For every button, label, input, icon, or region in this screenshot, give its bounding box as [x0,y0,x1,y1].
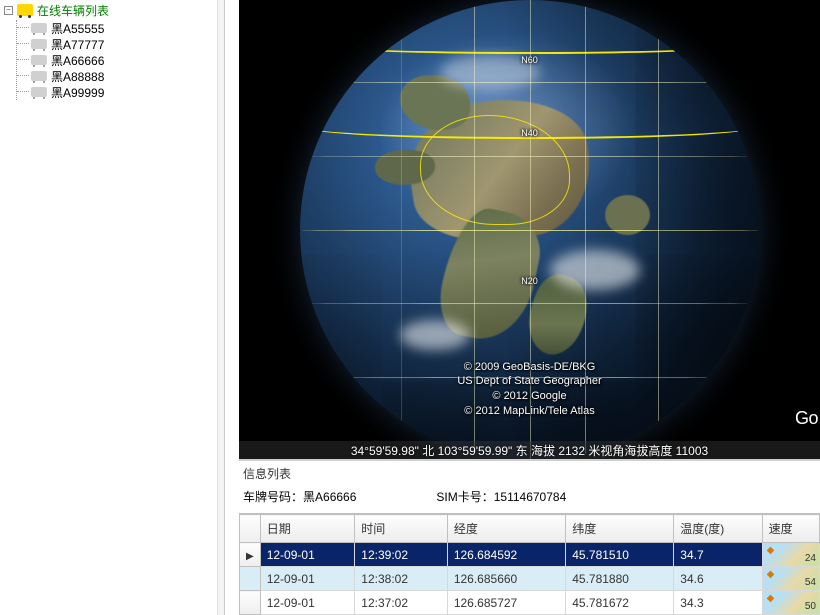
earth-viewport[interactable]: N60 N40 N20 © 2009 GeoBasis-DE/BKG US De… [239,0,820,459]
cell-lon: 126.685727 [447,591,565,615]
cell-date: 12-09-01 [260,567,355,591]
landmass-japan [605,195,650,235]
sim-field: SIM卡号：15114670784 [436,488,566,505]
car-icon [31,71,47,81]
info-title: 信息列表 [239,461,820,488]
cell-speed: 54 [762,567,819,591]
table-row[interactable]: 12-09-01 12:38:02 126.685660 45.781880 3… [240,567,820,591]
vehicle-sidebar: − 在线车辆列表 黑A55555 黑A77777 黑A66666 黑A88888… [0,0,225,615]
vehicle-item[interactable]: 黑A66666 [17,52,224,68]
cell-date: 12-09-01 [260,591,355,615]
map-thumb-icon: 50 [763,591,819,614]
cell-temp: 34.7 [674,543,762,567]
table-row[interactable]: ▶ 12-09-01 12:39:02 126.684592 45.781510… [240,543,820,567]
taxi-icon [17,4,33,16]
col-speed[interactable]: 速度 [762,515,819,543]
vehicle-item[interactable]: 黑A77777 [17,36,224,52]
car-icon [31,23,47,33]
car-icon [31,39,47,49]
vehicle-item[interactable]: 黑A88888 [17,68,224,84]
info-meta-row: 车牌号码：黑A66666 SIM卡号：15114670784 [239,488,820,513]
info-panel: 信息列表 车牌号码：黑A66666 SIM卡号：15114670784 日期 时… [239,459,820,615]
tree-root-row[interactable]: − 在线车辆列表 [4,2,224,18]
col-date[interactable]: 日期 [260,515,355,543]
data-table: 日期 时间 经度 纬度 温度(度) 速度 ▶ 12-09-01 12:39:02… [239,514,820,615]
tree-children: 黑A55555 黑A77777 黑A66666 黑A88888 黑A99999 [16,20,224,100]
cell-time: 12:37:02 [355,591,448,615]
vehicle-plate: 黑A77777 [51,36,104,53]
row-marker: ▶ [240,543,261,567]
main-panel: N60 N40 N20 © 2009 GeoBasis-DE/BKG US De… [225,0,820,615]
cell-lat: 45.781510 [566,543,674,567]
row-marker [240,567,261,591]
tree-collapse-icon[interactable]: − [4,6,13,15]
vehicle-item[interactable]: 黑A55555 [17,20,224,36]
row-marker [240,591,261,615]
cell-time: 12:39:02 [355,543,448,567]
cell-time: 12:38:02 [355,567,448,591]
vehicle-plate: 黑A55555 [51,20,104,37]
vehicle-plate: 黑A88888 [51,68,104,85]
cell-temp: 34.6 [674,567,762,591]
cell-speed: 24 [762,543,819,567]
col-lat[interactable]: 纬度 [566,515,674,543]
row-marker-header [240,515,261,543]
cell-lat: 45.781672 [566,591,674,615]
data-table-wrap: 日期 时间 经度 纬度 温度(度) 速度 ▶ 12-09-01 12:39:02… [239,513,820,615]
cell-speed: 50 [762,591,819,615]
cell-lat: 45.781880 [566,567,674,591]
google-logo-partial: Go [795,408,818,429]
col-lon[interactable]: 经度 [447,515,565,543]
table-row[interactable]: 12-09-01 12:37:02 126.685727 45.781672 3… [240,591,820,615]
cell-lon: 126.684592 [447,543,565,567]
car-icon [31,87,47,97]
map-status-bar: 34°59'59.98" 北 103°59'59.99" 东 海拔 2132 米… [239,441,820,459]
plate-field: 车牌号码：黑A66666 [243,488,356,505]
cell-date: 12-09-01 [260,543,355,567]
col-time[interactable]: 时间 [355,515,448,543]
table-header-row: 日期 时间 经度 纬度 温度(度) 速度 [240,515,820,543]
longitude-line [658,0,659,459]
map-thumb-icon: 54 [763,567,819,590]
vehicle-plate: 黑A99999 [51,84,104,101]
cell-temp: 34.3 [674,591,762,615]
tree-root-label: 在线车辆列表 [37,2,109,19]
col-temp[interactable]: 温度(度) [674,515,762,543]
landmass-europe [400,75,470,130]
car-icon [31,55,47,65]
cell-lon: 126.685660 [447,567,565,591]
map-attribution: © 2009 GeoBasis-DE/BKG US Dept of State … [457,360,601,419]
map-thumb-icon: 24 [763,543,819,566]
vehicle-item[interactable]: 黑A99999 [17,84,224,100]
vehicle-plate: 黑A66666 [51,52,104,69]
